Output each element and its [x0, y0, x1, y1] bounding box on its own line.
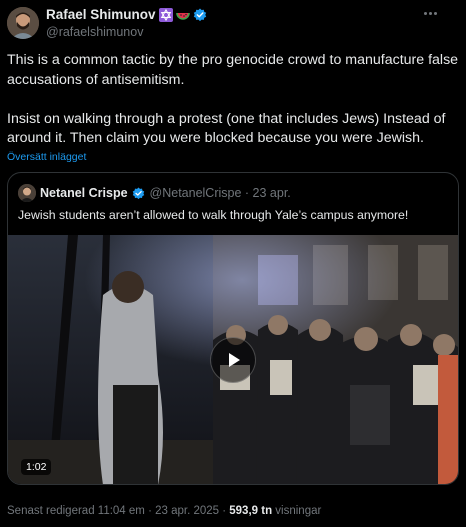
watermelon-icon	[175, 8, 190, 22]
author-avatar[interactable]	[7, 7, 39, 39]
quote-author-name: Netanel Crispe	[40, 186, 128, 200]
tweet: Rafael Shimunov @rafaelshimunov This is …	[0, 0, 466, 527]
tweet-paragraph: Insist on walking through a protest (one…	[7, 110, 446, 147]
quote-handle-date: @NetanelCrispe · 23 apr.	[149, 186, 291, 200]
views-count: 593,9 tn	[229, 505, 273, 517]
play-icon	[229, 353, 240, 367]
verified-badge-icon[interactable]	[193, 8, 207, 22]
author-name-row: Rafael Shimunov	[46, 7, 207, 22]
star-of-david-icon	[158, 7, 173, 22]
quote-author-avatar	[18, 184, 36, 202]
verified-badge-icon	[132, 186, 146, 200]
edited-timestamp[interactable]: Senast redigerad 11:04 em · 23 apr. 2025…	[7, 505, 229, 517]
views-label: visningar	[272, 505, 322, 517]
author-name[interactable]: Rafael Shimunov	[46, 7, 156, 22]
video-player[interactable]: 1:02	[8, 235, 458, 484]
more-options-icon[interactable]	[420, 6, 440, 20]
tweet-text: This is a common tactic by the pro genoc…	[7, 51, 459, 149]
quoted-tweet-card[interactable]: Netanel Crispe @NetanelCrispe · 23 apr. …	[7, 172, 459, 485]
author-handle[interactable]: @rafaelshimunov	[46, 25, 143, 39]
tweet-footer: Senast redigerad 11:04 em · 23 apr. 2025…	[7, 505, 321, 517]
play-button[interactable]	[210, 337, 256, 383]
tweet-paragraph: This is a common tactic by the pro genoc…	[7, 52, 459, 88]
quote-header: Netanel Crispe @NetanelCrispe · 23 apr.	[18, 184, 291, 202]
video-duration: 1:02	[21, 459, 52, 475]
quote-text: Jewish students aren’t allowed to walk t…	[18, 208, 409, 222]
translate-link[interactable]: Översätt inlägget	[7, 151, 86, 163]
